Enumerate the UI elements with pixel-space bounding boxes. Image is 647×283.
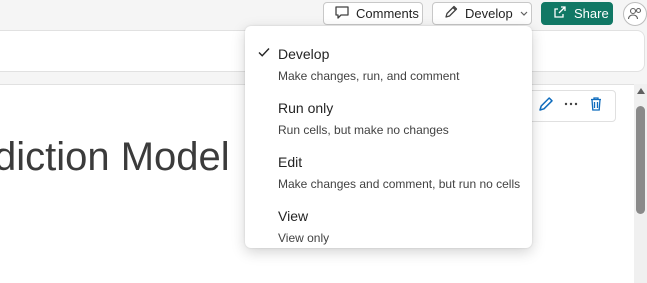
menu-item-description: Make changes, run, and comment bbox=[278, 69, 460, 83]
more-options-icon[interactable] bbox=[562, 95, 580, 118]
edit-pencil-icon[interactable] bbox=[537, 95, 555, 118]
menu-item-title: Edit bbox=[278, 154, 303, 170]
menu-item-description: Make changes and comment, but run no cel… bbox=[278, 177, 521, 191]
menu-item-title: View bbox=[278, 208, 309, 224]
checkmark-icon bbox=[257, 44, 271, 60]
comments-button[interactable]: Comments bbox=[323, 2, 423, 25]
menu-item-develop[interactable]: Develop Make changes, run, and comment bbox=[245, 34, 532, 84]
comment-icon bbox=[334, 5, 350, 23]
share-button-label: Share bbox=[574, 6, 609, 21]
menu-item-title: Develop bbox=[278, 46, 330, 62]
menu-item-title: Run only bbox=[278, 100, 334, 116]
markdown-cell-title: diction Model bbox=[0, 135, 230, 179]
mode-dropdown-menu: Develop Make changes, run, and comment R… bbox=[245, 26, 532, 248]
scroll-up-arrow-icon[interactable] bbox=[637, 88, 645, 94]
scroll-thumb[interactable] bbox=[636, 106, 645, 214]
menu-item-edit[interactable]: Edit Make changes and comment, but run n… bbox=[245, 142, 532, 192]
vertical-scrollbar[interactable] bbox=[634, 84, 647, 283]
develop-mode-button[interactable]: Develop bbox=[432, 2, 532, 25]
develop-button-label: Develop bbox=[465, 6, 513, 21]
menu-item-description: Run cells, but make no changes bbox=[278, 123, 449, 137]
share-button[interactable]: Share bbox=[541, 2, 613, 25]
delete-icon[interactable] bbox=[587, 95, 605, 118]
comments-button-label: Comments bbox=[356, 6, 419, 21]
menu-item-description: View only bbox=[278, 231, 330, 245]
share-icon bbox=[552, 4, 568, 23]
cell-toolbar bbox=[524, 90, 616, 122]
menu-item-run-only[interactable]: Run only Run cells, but make no changes bbox=[245, 88, 532, 138]
menu-item-view[interactable]: View View only bbox=[245, 196, 532, 246]
pencil-icon bbox=[443, 4, 459, 23]
people-icon[interactable] bbox=[623, 2, 647, 26]
chevron-down-icon bbox=[519, 6, 529, 21]
